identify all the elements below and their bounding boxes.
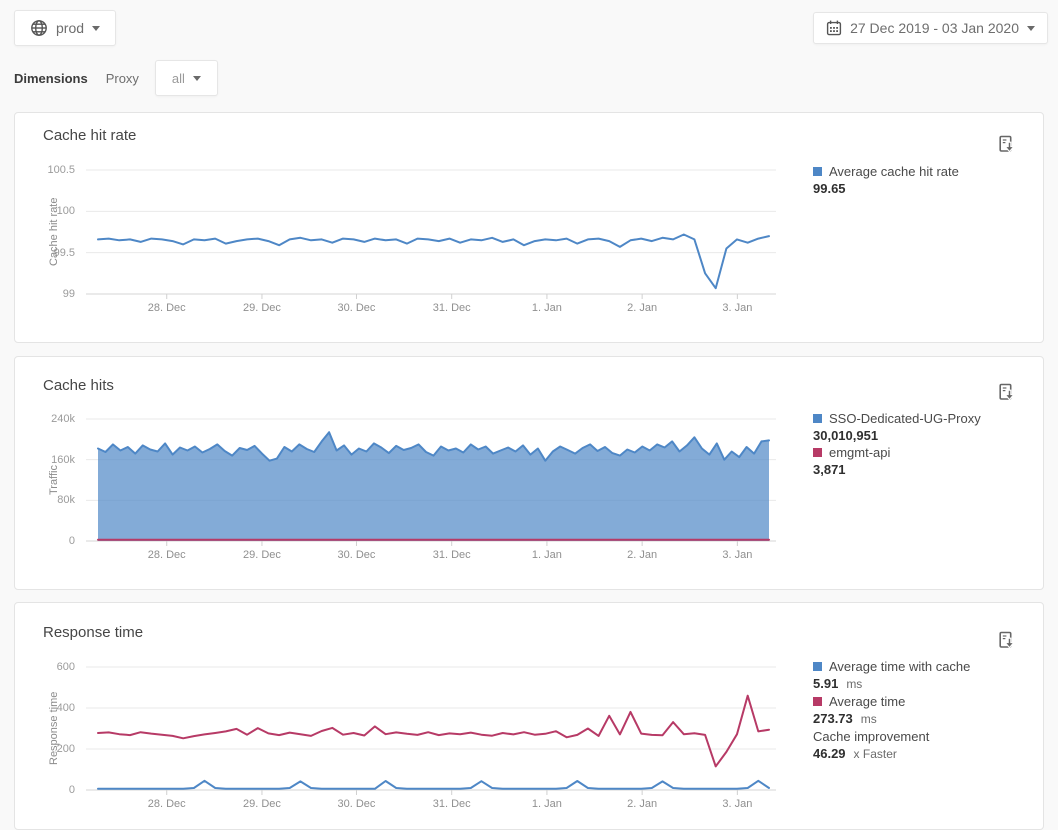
chart-plot-area[interactable]	[86, 667, 776, 796]
chart-legend: SSO-Dedicated-UG-Proxy30,010,951emgmt-ap…	[813, 410, 1038, 478]
x-tick-label: 2. Jan	[627, 798, 657, 810]
y-tick-label: 100.5	[15, 164, 75, 176]
legend-item: Cache improvement46.29x Faster	[813, 728, 1038, 763]
x-tick-label: 1. Jan	[532, 798, 562, 810]
chevron-down-icon	[1027, 26, 1035, 31]
x-tick-label: 28. Dec	[148, 302, 186, 314]
y-tick-label: 600	[15, 661, 75, 673]
legend-value: 273.73ms	[813, 710, 1038, 728]
card-title: Response time	[43, 624, 143, 641]
legend-value: 3,871	[813, 461, 1038, 478]
y-tick-label: 99	[15, 288, 75, 300]
dimensions-label: Dimensions	[14, 71, 88, 86]
x-tick-label: 31. Dec	[433, 798, 471, 810]
legend-unit: ms	[861, 712, 877, 726]
x-tick-label: 3. Jan	[722, 798, 752, 810]
x-tick-label: 31. Dec	[433, 549, 471, 561]
x-tick-label: 29. Dec	[243, 549, 281, 561]
legend-value: 5.91ms	[813, 675, 1038, 693]
proxy-filter-dropdown[interactable]: all	[155, 60, 218, 96]
line-series	[98, 781, 769, 789]
proxy-filter-value: all	[172, 71, 185, 86]
y-tick-label: 99.5	[15, 247, 75, 259]
legend-label: Average time	[829, 693, 905, 710]
y-tick-label: 0	[15, 784, 75, 796]
legend-unit: ms	[846, 677, 862, 691]
legend-swatch	[813, 448, 822, 457]
x-tick-label: 2. Jan	[627, 549, 657, 561]
chart-plot-area[interactable]	[86, 170, 776, 300]
legend-value: 99.65	[813, 180, 1038, 197]
legend-item: Average time with cache5.91ms	[813, 658, 1038, 693]
y-axis-title: Cache hit rate	[47, 170, 61, 294]
date-range-selector[interactable]: 27 Dec 2019 - 03 Jan 2020	[813, 12, 1048, 44]
legend-swatch	[813, 662, 822, 671]
x-tick-label: 30. Dec	[338, 302, 376, 314]
export-report-icon[interactable]	[997, 135, 1017, 155]
x-tick-label: 31. Dec	[433, 302, 471, 314]
globe-icon	[30, 19, 48, 37]
x-tick-label: 1. Jan	[532, 549, 562, 561]
y-tick-label: 200	[15, 743, 75, 755]
chevron-down-icon	[92, 26, 100, 31]
y-axis-title: Response time	[47, 667, 61, 790]
legend-label: emgmt-api	[829, 444, 890, 461]
export-report-icon[interactable]	[997, 631, 1017, 651]
y-tick-label: 240k	[15, 413, 75, 425]
y-axis-title: Traffic	[47, 419, 61, 541]
date-range-label: 27 Dec 2019 - 03 Jan 2020	[850, 20, 1019, 36]
chart-plot-area[interactable]	[86, 419, 776, 547]
line-series	[98, 696, 769, 767]
legend-item: emgmt-api3,871	[813, 444, 1038, 478]
legend-value: 30,010,951	[813, 427, 1038, 444]
legend-item: SSO-Dedicated-UG-Proxy30,010,951	[813, 410, 1038, 444]
legend-label: SSO-Dedicated-UG-Proxy	[829, 410, 981, 427]
legend-swatch	[813, 697, 822, 706]
y-tick-label: 100	[15, 205, 75, 217]
legend-swatch	[813, 167, 822, 176]
x-tick-label: 1. Jan	[532, 302, 562, 314]
environment-selector[interactable]: prod	[14, 10, 116, 46]
dimension-name-label: Proxy	[106, 71, 139, 86]
legend-label: Average cache hit rate	[829, 163, 959, 180]
legend-unit: x Faster	[854, 747, 897, 761]
cache-hits-card: Cache hits SSO-Dedicated-UG-Proxy30,010,…	[14, 356, 1044, 590]
legend-label: Cache improvement	[813, 728, 929, 745]
y-tick-label: 80k	[15, 494, 75, 506]
card-title: Cache hits	[43, 377, 114, 394]
legend-item: Average cache hit rate99.65	[813, 163, 1038, 197]
x-tick-label: 28. Dec	[148, 798, 186, 810]
legend-label: Average time with cache	[829, 658, 970, 675]
x-tick-label: 3. Jan	[722, 302, 752, 314]
legend-swatch	[813, 414, 822, 423]
x-tick-label: 2. Jan	[627, 302, 657, 314]
y-tick-label: 400	[15, 702, 75, 714]
x-tick-label: 28. Dec	[148, 549, 186, 561]
legend-item: Average time273.73ms	[813, 693, 1038, 728]
export-report-icon[interactable]	[997, 383, 1017, 403]
line-series	[98, 235, 769, 289]
x-tick-label: 30. Dec	[338, 549, 376, 561]
y-tick-label: 0	[15, 535, 75, 547]
card-title: Cache hit rate	[43, 127, 136, 144]
chart-legend: Average cache hit rate99.65	[813, 163, 1038, 197]
x-tick-label: 29. Dec	[243, 798, 281, 810]
cache-hit-rate-card: Cache hit rate Average cache hit rate99.…	[14, 112, 1044, 343]
x-tick-label: 30. Dec	[338, 798, 376, 810]
legend-value: 46.29x Faster	[813, 745, 1038, 763]
chart-legend: Average time with cache5.91msAverage tim…	[813, 658, 1038, 763]
response-time-card: Response time Average time with cache5.9…	[14, 602, 1044, 830]
environment-label: prod	[56, 20, 84, 36]
calendar-icon	[826, 20, 842, 36]
cache-performance-dashboard: { "header": { "env_button": { "label": "…	[0, 0, 1058, 830]
chevron-down-icon	[193, 76, 201, 81]
x-tick-label: 3. Jan	[722, 549, 752, 561]
dimensions-row: Dimensions Proxy all	[14, 60, 218, 96]
x-tick-label: 29. Dec	[243, 302, 281, 314]
y-tick-label: 160k	[15, 454, 75, 466]
